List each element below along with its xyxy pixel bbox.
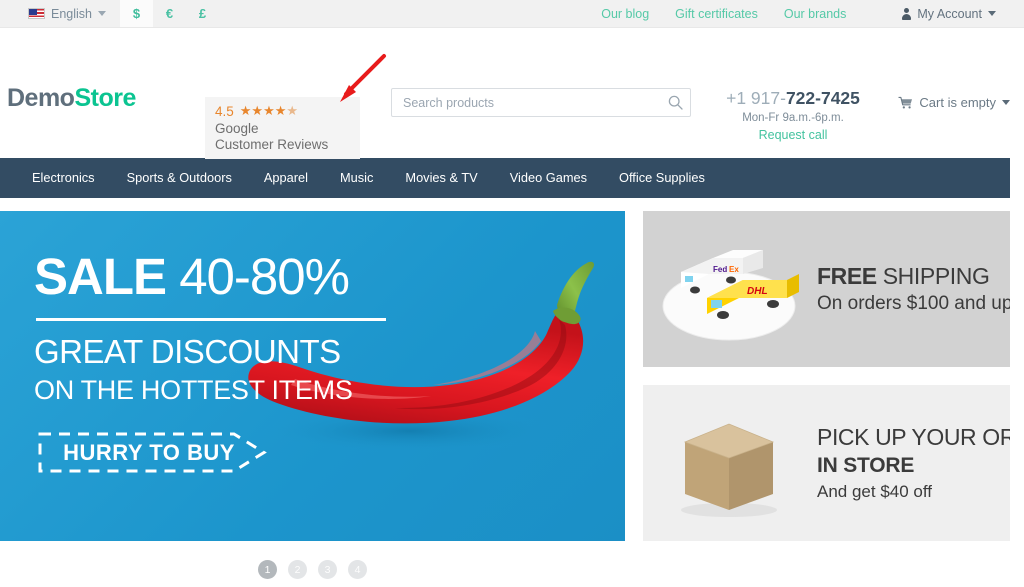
hurry-to-buy-button[interactable]: HURRY TO BUY xyxy=(38,432,268,473)
slider-dot-3[interactable]: 3 xyxy=(318,560,337,579)
currency-usd-symbol: $ xyxy=(132,6,141,21)
cardboard-box-icon xyxy=(681,423,777,517)
pick-up-headline: PICK UP YOUR ORDER xyxy=(817,424,1010,450)
nav-item-apparel[interactable]: Apparel xyxy=(248,158,324,198)
pick-up-in-store-label: IN STORE xyxy=(817,454,915,477)
site-logo[interactable]: DemoStore xyxy=(7,84,136,113)
banner-free-shipping[interactable]: Fed Ex DHL FREE SHIPPING On orders $100 … xyxy=(643,211,1010,367)
slider-dot-2[interactable]: 2 xyxy=(288,560,307,579)
search-submit-button[interactable] xyxy=(660,89,690,116)
language-label: English xyxy=(51,6,92,21)
delivery-trucks-icon: Fed Ex DHL xyxy=(662,250,799,341)
banner-pick-up-in-store[interactable]: PICK UP YOUR ORDER IN STORE And get $40 … xyxy=(643,385,1010,541)
hero-title: SALE 40-80% xyxy=(34,251,386,302)
nav-item-sports-outdoors[interactable]: Sports & Outdoors xyxy=(111,158,248,198)
hero-slider[interactable]: SALE 40-80% GREAT DISCOUNTS ON THE HOTTE… xyxy=(0,211,625,541)
currency-usd[interactable]: $ xyxy=(120,0,153,27)
my-account-label: My Account xyxy=(917,6,982,21)
search-box xyxy=(391,88,691,117)
business-hours: Mon-Fr 9a.m.-6p.m. xyxy=(742,112,844,124)
svg-text:Fed: Fed xyxy=(713,265,727,274)
link-gift-certificates[interactable]: Gift certificates xyxy=(675,7,758,21)
nav-item-video-games[interactable]: Video Games xyxy=(494,158,603,198)
free-shipping-text: FREE SHIPPING On orders $100 and up xyxy=(811,263,1010,315)
reviews-customer-reviews-label: Customer Reviews xyxy=(215,137,329,152)
phone-main: 722-7425 xyxy=(785,88,860,108)
site-header: DemoStore 4.5 ★★★★★ Google Customer Revi… xyxy=(0,28,1024,159)
cart-widget[interactable]: Cart is empty xyxy=(898,95,1010,110)
delivery-trucks-illustration: Fed Ex DHL xyxy=(651,214,811,364)
hero-title-bold: SALE xyxy=(34,248,180,305)
free-shipping-headline: FREE SHIPPING xyxy=(817,263,1010,290)
logo-text-store: Store xyxy=(74,84,136,112)
slider-pagination-dots: 1 2 3 4 xyxy=(0,560,625,579)
cart-status-label: Cart is empty xyxy=(919,95,996,110)
cardboard-box-illustration xyxy=(651,388,811,538)
hero-subtitle-secondary: ON THE HOTTEST ITEMS xyxy=(34,374,353,405)
language-selector[interactable]: English xyxy=(0,0,120,27)
phone-prefix: +1 917- xyxy=(726,88,786,108)
currency-gbp-symbol: £ xyxy=(198,6,207,21)
top-bar-links: Our blog Gift certificates Our brands My… xyxy=(601,0,1024,27)
nav-item-music[interactable]: Music xyxy=(324,158,389,198)
hero-copy: SALE 40-80% GREAT DISCOUNTS ON THE HOTTE… xyxy=(34,251,386,473)
nav-item-electronics[interactable]: Electronics xyxy=(16,158,111,198)
link-our-blog[interactable]: Our blog xyxy=(601,7,649,21)
us-flag-icon xyxy=(28,8,45,19)
shopping-cart-icon xyxy=(898,96,913,109)
currency-eur-symbol: € xyxy=(165,6,174,21)
free-shipping-headline-rest: SHIPPING xyxy=(876,263,990,289)
chevron-down-icon xyxy=(988,11,996,16)
currency-eur[interactable]: € xyxy=(153,0,186,27)
phone-number[interactable]: +1 917-722-7425 xyxy=(703,88,883,109)
request-call-link[interactable]: Request call xyxy=(759,128,828,142)
hurry-to-buy-label: HURRY TO BUY xyxy=(63,439,235,465)
svg-text:DHL: DHL xyxy=(747,286,768,297)
link-our-brands[interactable]: Our brands xyxy=(784,7,847,21)
nav-item-office-supplies[interactable]: Office Supplies xyxy=(603,158,721,198)
slider-dot-4[interactable]: 4 xyxy=(348,560,367,579)
reviews-google-label: Google xyxy=(215,121,259,136)
top-bar: English $ € £ Our blog Gift certificates… xyxy=(0,0,1024,28)
hero-divider xyxy=(36,318,386,321)
logo-text-demo: Demo xyxy=(7,84,75,112)
nav-item-movies-tv[interactable]: Movies & TV xyxy=(389,158,493,198)
slider-dot-1[interactable]: 1 xyxy=(258,560,277,579)
promo-banners: Fed Ex DHL FREE SHIPPING On orders $100 … xyxy=(643,211,1010,541)
main-navigation: Electronics Sports & Outdoors Apparel Mu… xyxy=(0,158,1010,198)
search-input[interactable] xyxy=(391,88,691,117)
my-account-menu[interactable]: My Account xyxy=(902,7,996,21)
reviews-rating-row: 4.5 ★★★★★ xyxy=(215,103,350,119)
currency-gbp[interactable]: £ xyxy=(186,0,219,27)
reviews-score: 4.5 xyxy=(215,103,234,119)
svg-text:Ex: Ex xyxy=(729,265,739,274)
pick-up-text: PICK UP YOUR ORDER IN STORE And get $40 … xyxy=(811,424,1010,502)
free-shipping-subtext: On orders $100 and up xyxy=(817,293,1010,314)
pick-up-discount-label: And get $40 off xyxy=(817,482,933,501)
hero-subtitle: GREAT DISCOUNTS xyxy=(34,333,341,370)
chevron-down-icon xyxy=(98,11,106,16)
contact-phone-block: +1 917-722-7425 Mon-Fr 9a.m.-6p.m. Reque… xyxy=(703,88,883,144)
search-icon xyxy=(668,95,683,110)
page-content: SALE 40-80% GREAT DISCOUNTS ON THE HOTTE… xyxy=(0,211,1010,541)
star-rating-icon: ★★★★★ xyxy=(239,103,299,118)
free-shipping-headline-bold: FREE xyxy=(817,263,877,289)
hero-title-light: 40-80% xyxy=(179,248,350,305)
user-icon xyxy=(902,7,912,20)
chevron-down-icon xyxy=(1002,100,1010,105)
google-customer-reviews-badge[interactable]: 4.5 ★★★★★ Google Customer Reviews xyxy=(205,97,360,159)
